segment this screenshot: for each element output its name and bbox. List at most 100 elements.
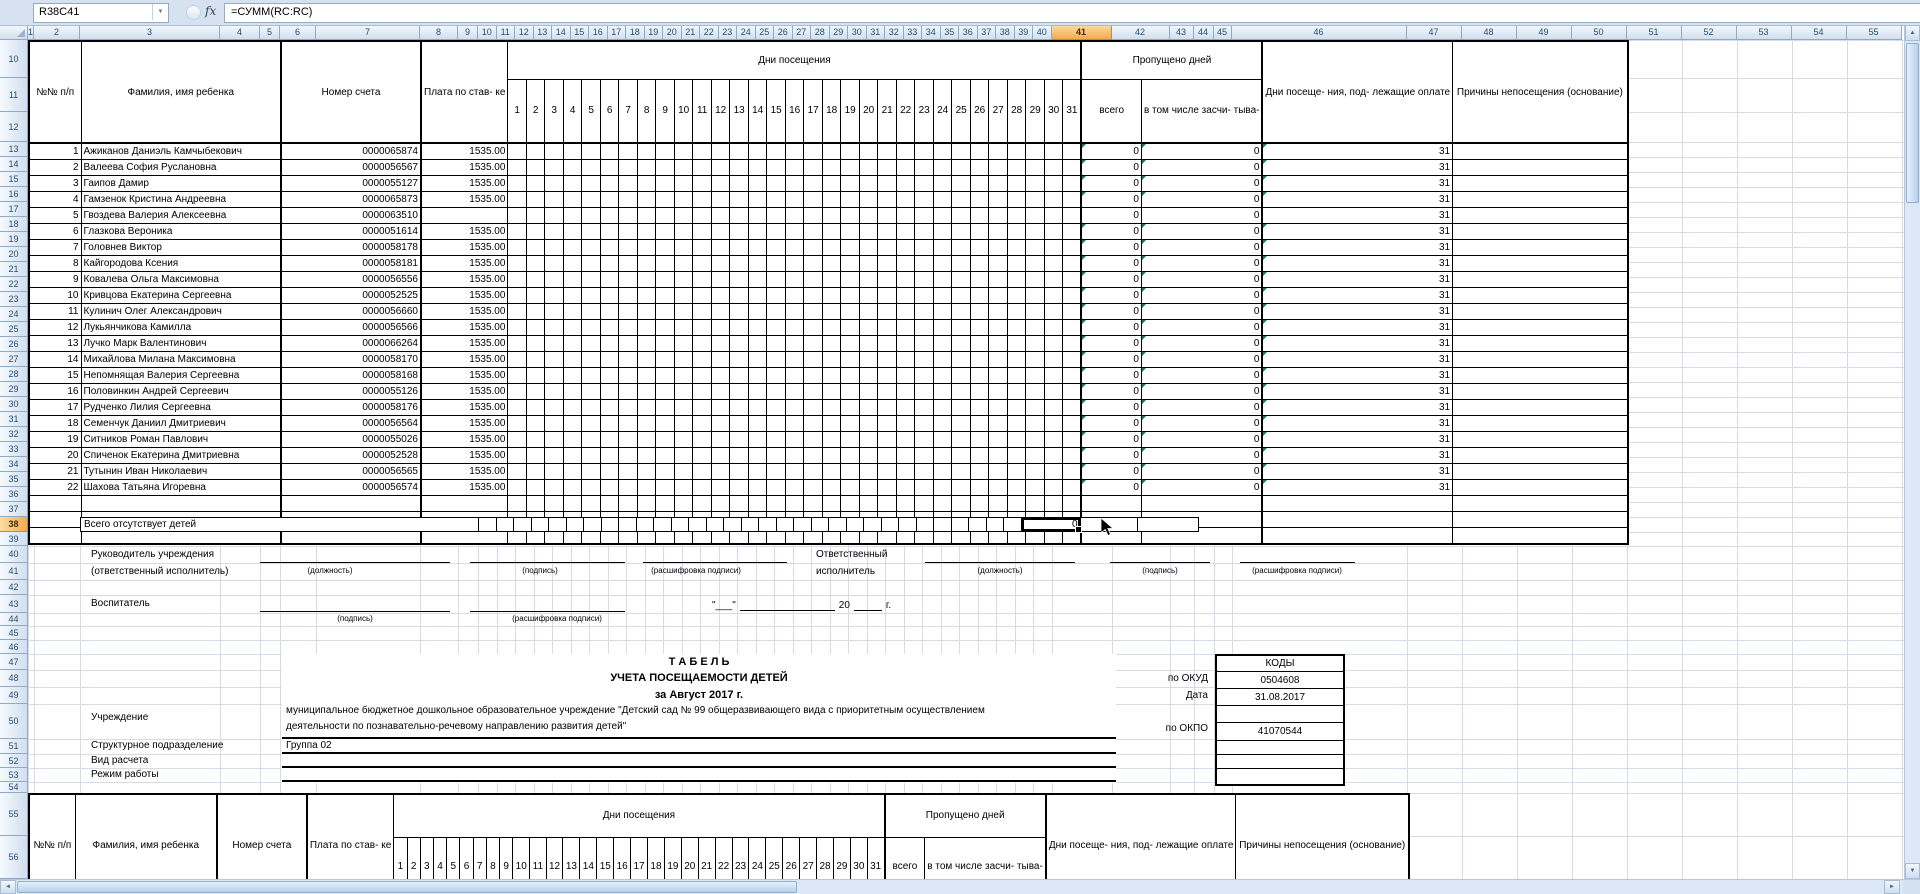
cell-day[interactable] [656, 208, 675, 224]
cell-day[interactable] [989, 480, 1008, 496]
cell-day[interactable] [674, 160, 693, 176]
cell-payable-days[interactable]: 31 [1262, 224, 1452, 240]
cell-day[interactable] [804, 304, 823, 320]
column-header-26[interactable]: 26 [774, 25, 793, 40]
cell-day[interactable] [1026, 192, 1045, 208]
cell-account[interactable]: 0000056564 [281, 416, 421, 432]
cell-day[interactable] [841, 320, 860, 336]
header-day-3[interactable]: 3 [420, 837, 433, 879]
cell-day[interactable] [822, 143, 841, 160]
cell-num[interactable]: 4 [29, 192, 81, 208]
cell-day[interactable] [822, 320, 841, 336]
cell-day[interactable] [767, 432, 786, 448]
cell-day[interactable] [619, 320, 638, 336]
cell-day[interactable] [989, 160, 1008, 176]
cell-day[interactable] [952, 240, 971, 256]
cell-missed-total[interactable]: 0 [1081, 448, 1141, 464]
cell-day[interactable] [748, 256, 767, 272]
cell-day[interactable] [841, 304, 860, 320]
column-header-10[interactable]: 10 [478, 25, 497, 40]
cell-name[interactable]: Гвоздева Валерия Алексеевна [81, 208, 281, 224]
cell-day[interactable] [563, 143, 582, 160]
cell-day[interactable] [767, 143, 786, 160]
cell-day[interactable] [508, 240, 527, 256]
column-header-24[interactable]: 24 [737, 25, 756, 40]
cell-rate[interactable]: 1535.00 [421, 176, 508, 192]
column-header-44[interactable]: 44 [1194, 25, 1214, 40]
cell-day[interactable] [545, 304, 564, 320]
column-header-32[interactable]: 32 [885, 25, 904, 40]
cell-day[interactable] [952, 416, 971, 432]
cell-day[interactable] [933, 256, 952, 272]
cell-day[interactable] [970, 464, 989, 480]
cell-day[interactable] [933, 320, 952, 336]
cell-day[interactable] [600, 384, 619, 400]
cell-day[interactable] [1044, 288, 1063, 304]
cell-day[interactable] [582, 432, 601, 448]
cell-day[interactable] [915, 384, 934, 400]
cell-account[interactable]: 0000055026 [281, 432, 421, 448]
cell-day[interactable] [804, 192, 823, 208]
cell-day[interactable] [693, 320, 712, 336]
header-rate[interactable]: Плата по став- ке [307, 794, 394, 879]
cell-day[interactable] [1026, 304, 1045, 320]
cell-payable-days[interactable]: 31 [1262, 176, 1452, 192]
cell-account[interactable]: 0000066264 [281, 336, 421, 352]
cell-day[interactable] [748, 336, 767, 352]
cell-rate[interactable]: 1535.00 [421, 400, 508, 416]
cell-day[interactable] [1007, 416, 1026, 432]
row-header-22[interactable]: 22 [0, 277, 28, 292]
cell-day[interactable] [841, 240, 860, 256]
cell-day[interactable] [915, 176, 934, 192]
cell-day[interactable] [637, 143, 656, 160]
cell-day[interactable] [582, 320, 601, 336]
column-header-12[interactable]: 12 [515, 25, 534, 40]
column-header-36[interactable]: 36 [959, 25, 978, 40]
cell-day[interactable] [600, 256, 619, 272]
cell-day[interactable] [656, 384, 675, 400]
cell-day[interactable] [767, 320, 786, 336]
cell-day[interactable] [563, 448, 582, 464]
cell-day[interactable] [1063, 352, 1082, 368]
header-day-6[interactable]: 6 [600, 79, 619, 143]
row-header-26[interactable]: 26 [0, 337, 28, 352]
cell-day[interactable] [952, 336, 971, 352]
cell-day[interactable] [859, 368, 878, 384]
cell-day[interactable] [748, 208, 767, 224]
cell-day[interactable] [970, 480, 989, 496]
cell-day[interactable] [748, 304, 767, 320]
cell-day[interactable] [841, 192, 860, 208]
cell-payable-days[interactable]: 31 [1262, 160, 1452, 176]
cell-day[interactable] [711, 448, 730, 464]
column-header-4[interactable]: 4 [220, 25, 260, 40]
cell-day[interactable] [767, 384, 786, 400]
cell-day[interactable] [915, 208, 934, 224]
cell-name[interactable]: Михайлова Милана Максимовна [81, 352, 281, 368]
cell-day[interactable] [619, 208, 638, 224]
cell-payable-days[interactable]: 31 [1262, 352, 1452, 368]
header-account[interactable]: Номер счета [217, 794, 307, 879]
cell-day[interactable] [637, 384, 656, 400]
cell-day[interactable] [859, 240, 878, 256]
cell-day[interactable] [711, 256, 730, 272]
cell-day[interactable] [1007, 224, 1026, 240]
cell-day[interactable] [970, 208, 989, 224]
cell-day[interactable] [952, 352, 971, 368]
header-missed-total[interactable]: всего [1081, 79, 1141, 143]
cell-day[interactable] [600, 432, 619, 448]
column-header-28[interactable]: 28 [811, 25, 830, 40]
cell-missed-total[interactable]: 0 [1081, 480, 1141, 496]
header-day-31[interactable]: 31 [867, 837, 884, 879]
cell-account[interactable]: 0000052525 [281, 288, 421, 304]
row-header-13[interactable]: 13 [0, 142, 28, 157]
cell-day[interactable] [619, 480, 638, 496]
cell-day[interactable] [896, 240, 915, 256]
cell-missed-counted[interactable]: 0 [1141, 160, 1262, 176]
cell-day[interactable] [841, 384, 860, 400]
column-header-27[interactable]: 27 [793, 25, 812, 40]
cell-rate[interactable] [421, 208, 508, 224]
header-day-7[interactable]: 7 [619, 79, 638, 143]
cell-day[interactable] [730, 336, 749, 352]
cell-day[interactable] [656, 368, 675, 384]
cell-reason[interactable] [1453, 304, 1628, 320]
